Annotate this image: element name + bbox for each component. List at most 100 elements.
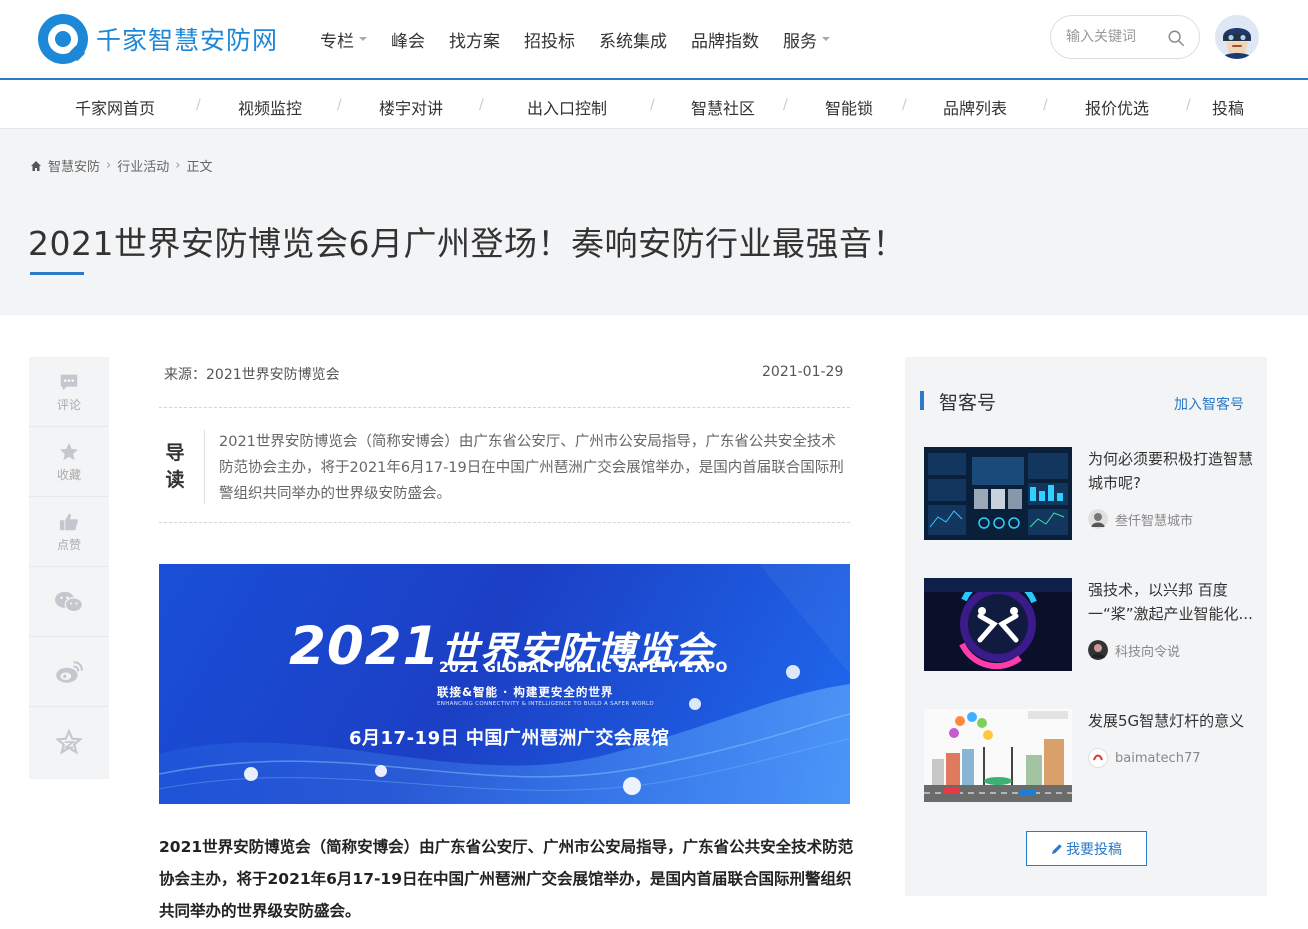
article-thumbnail[interactable]	[924, 578, 1072, 671]
nav-label: 找方案	[449, 31, 500, 52]
article-body: 2021世界安防博览会（简称安博会）由广东省公安厅、广州市公安局指导，广东省公共…	[159, 838, 854, 920]
nav-item-brand-index[interactable]: 品牌指数	[691, 27, 759, 52]
nav-item-bidding[interactable]: 招投标	[524, 27, 575, 52]
article-thumbnail[interactable]	[924, 447, 1072, 540]
lead-label: 导读	[165, 442, 185, 491]
smart-pole-thumbnail-image	[924, 709, 1072, 802]
title-band: 智慧安防 › 行业活动 › 正文 2021世界安防博览会6月广州登场！奏响安防行…	[0, 129, 1308, 315]
banner-title-en: 2021 GLOBAL PUBLIC SAFETY EXPO	[439, 660, 728, 676]
banner-date-venue: 6月17-19日 中国广州琶洲广交会展馆	[349, 728, 670, 749]
author-name: 叁仟智慧城市	[1115, 513, 1194, 529]
sidebar-title-bar	[920, 391, 924, 410]
wechat-icon	[55, 591, 84, 612]
thumbs-up-icon	[59, 513, 78, 530]
banner-slogan-en: ENHANCING CONNECTIVITY & INTELLIGENCE TO…	[437, 701, 654, 707]
sidebar-title: 智客号	[939, 392, 997, 414]
search-input[interactable]	[1066, 29, 1162, 45]
breadcrumb: 智慧安防 › 行业活动 › 正文	[30, 156, 212, 175]
page-title: 2021世界安防博览会6月广州登场！奏响安防行业最强音！	[28, 224, 906, 263]
avatar-icon	[1215, 15, 1259, 59]
sidebar-article-author[interactable]: 叁仟智慧城市	[1088, 509, 1193, 529]
nav-item-solutions[interactable]: 找方案	[449, 27, 500, 52]
subnav-separator: /	[196, 97, 201, 113]
subnav-separator: /	[902, 97, 907, 113]
site-name: 千家智慧安防网	[96, 26, 279, 55]
subnav-separator: /	[479, 97, 484, 113]
sidebar-article-title[interactable]: 为何必须要积极打造智慧城市呢?	[1088, 447, 1254, 495]
sidebar-article-author[interactable]: baimatech77	[1088, 748, 1200, 768]
subnav-community[interactable]: 智慧社区	[691, 95, 755, 119]
site-header: 千家智慧安防网 专栏 峰会 找方案 招投标 系统集成 品牌指数 服务	[0, 0, 1308, 80]
author-avatar	[1088, 748, 1108, 768]
banner-slogan: 联接&智能 · 构建更安全的世界	[437, 685, 614, 699]
comment-button[interactable]: 评论	[29, 357, 109, 427]
nav-label: 系统集成	[599, 31, 667, 52]
qzone-share-button[interactable]	[29, 707, 109, 777]
user-avatar[interactable]	[1215, 15, 1259, 59]
search-box	[1050, 15, 1200, 59]
nav-label: 招投标	[524, 31, 575, 52]
pencil-icon	[1052, 843, 1062, 854]
weibo-share-button[interactable]	[29, 637, 109, 707]
article-source: 来源：2021世界安防博览会	[164, 367, 340, 383]
nav-item-services[interactable]: 服务	[783, 27, 830, 52]
nav-item-summit[interactable]: 峰会	[391, 27, 425, 52]
like-label: 点赞	[56, 537, 81, 552]
subnav-home[interactable]: 千家网首页	[75, 95, 155, 119]
subnav-intercom[interactable]: 楼宇对讲	[379, 95, 443, 119]
main-nav: 专栏 峰会 找方案 招投标 系统集成 品牌指数 服务	[320, 24, 854, 54]
divider	[204, 430, 205, 504]
caret-down-icon	[359, 37, 367, 41]
sidebar-article[interactable]: 强技术，以兴邦 百度一“桨”激起产业智能化... 科技向令说	[924, 578, 1254, 672]
comment-label: 评论	[56, 397, 81, 412]
breadcrumb-separator: ›	[106, 158, 112, 173]
article-thumbnail[interactable]	[924, 709, 1072, 802]
sidebar-article-title[interactable]: 强技术，以兴邦 百度一“桨”激起产业智能化...	[1088, 578, 1254, 626]
qzone-icon	[56, 729, 82, 755]
article-date: 2021-01-29	[762, 364, 844, 380]
subnav-smart-lock[interactable]: 智能锁	[825, 95, 873, 119]
author-name: 科技向令说	[1115, 644, 1181, 660]
subnav-separator: /	[337, 97, 342, 113]
author-avatar	[1088, 640, 1108, 660]
author-name: baimatech77	[1115, 750, 1201, 766]
wechat-share-button[interactable]	[29, 567, 109, 637]
submit-label: 我要投稿	[1066, 841, 1122, 858]
subnav-brands[interactable]: 品牌列表	[943, 95, 1007, 119]
join-zhike-link[interactable]: 加入智客号	[1174, 394, 1244, 414]
author-avatar	[1088, 509, 1108, 529]
nav-label: 服务	[783, 31, 817, 52]
submit-article-button[interactable]: 我要投稿	[1026, 831, 1147, 866]
nav-label: 专栏	[320, 31, 354, 52]
subnav-quotes[interactable]: 报价优选	[1085, 95, 1149, 119]
subnav-access-control[interactable]: 出入口控制	[527, 95, 607, 119]
breadcrumb-current: 正文	[186, 160, 213, 175]
like-button[interactable]: 点赞	[29, 497, 109, 567]
subnav-submit[interactable]: 投稿	[1212, 95, 1244, 119]
nav-label: 峰会	[391, 31, 425, 52]
search-icon[interactable]	[1167, 29, 1185, 47]
subnav-video[interactable]: 视频监控	[238, 95, 302, 119]
divider	[159, 407, 850, 408]
star-icon	[59, 442, 79, 460]
sidebar-article[interactable]: 发展5G智慧灯杆的意义 baimatech77	[924, 709, 1254, 803]
site-logo[interactable]: 千家智慧安防网	[38, 14, 278, 64]
ai-logo-thumbnail-image	[924, 578, 1072, 671]
breadcrumb-item[interactable]: 智慧安防	[48, 156, 100, 175]
subnav-separator: /	[783, 97, 788, 113]
sidebar-article-title[interactable]: 发展5G智慧灯杆的意义	[1088, 709, 1254, 733]
sidebar-article-author[interactable]: 科技向令说	[1088, 640, 1180, 660]
breadcrumb-item[interactable]: 行业活动	[117, 156, 169, 175]
favorite-button[interactable]: 收藏	[29, 427, 109, 497]
home-icon	[31, 160, 41, 171]
sidebar-article[interactable]: 为何必须要积极打造智慧城市呢? 叁仟智慧城市	[924, 447, 1254, 541]
subnav-separator: /	[1186, 97, 1191, 113]
sub-nav: 千家网首页 / 视频监控 / 楼宇对讲 / 出入口控制 / 智慧社区 / 智能锁…	[0, 82, 1308, 129]
dashboard-thumbnail-image	[924, 447, 1072, 540]
weibo-icon	[56, 660, 83, 683]
nav-label: 品牌指数	[691, 31, 759, 52]
nav-item-integration[interactable]: 系统集成	[599, 27, 667, 52]
breadcrumb-separator: ›	[175, 158, 181, 173]
nav-item-column[interactable]: 专栏	[320, 27, 367, 52]
sidebar: 智客号 加入智客号 为何必须要积极打造智慧城市呢? 叁仟智慧城市 强技术，以兴邦…	[905, 357, 1267, 896]
